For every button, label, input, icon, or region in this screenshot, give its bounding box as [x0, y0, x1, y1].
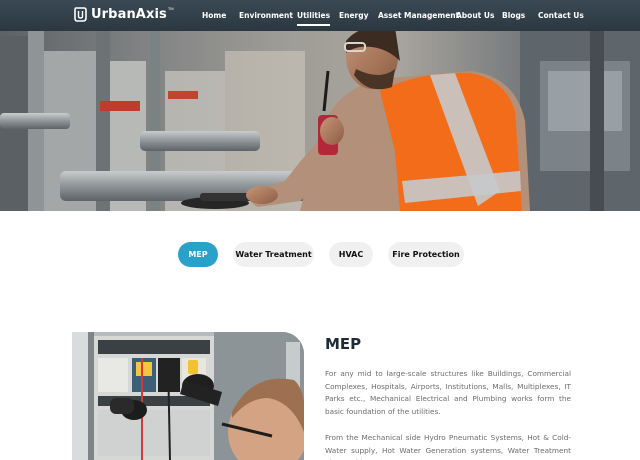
mep-illustration — [72, 332, 304, 460]
site-logo[interactable]: UrbanAxis TM — [74, 6, 174, 22]
nav-blogs[interactable]: Blogs — [502, 11, 525, 20]
nav-contact-us[interactable]: Contact Us — [538, 11, 584, 20]
tab-water-treatment[interactable]: Water Treatment — [233, 242, 314, 267]
section-title: MEP — [325, 335, 362, 353]
tab-hvac[interactable]: HVAC — [329, 242, 373, 267]
nav-asset-management[interactable]: Asset Management — [378, 11, 459, 20]
hero-illustration — [0, 31, 640, 211]
logo-text: UrbanAxis — [91, 7, 167, 22]
nav-environment[interactable]: Environment — [239, 11, 293, 20]
tab-mep[interactable]: MEP — [178, 242, 218, 267]
tab-fire-protection[interactable]: Fire Protection — [388, 242, 464, 267]
mep-section-image — [72, 332, 304, 460]
logo-icon — [74, 7, 87, 22]
nav-utilities[interactable]: Utilities — [297, 11, 331, 26]
hero-banner-image — [0, 31, 640, 211]
nav-energy[interactable]: Energy — [339, 11, 369, 20]
logo-trademark: TM — [167, 6, 174, 11]
section-paragraph-1: For any mid to large-scale structures li… — [325, 369, 571, 416]
nav-home[interactable]: Home — [202, 11, 226, 20]
section-paragraph-2: From the Mechanical side Hydro Pneumatic… — [325, 433, 571, 460]
top-navigation-bar: UrbanAxis TM Home Environment Utilities … — [0, 0, 640, 31]
nav-about-us[interactable]: About Us — [456, 11, 494, 20]
